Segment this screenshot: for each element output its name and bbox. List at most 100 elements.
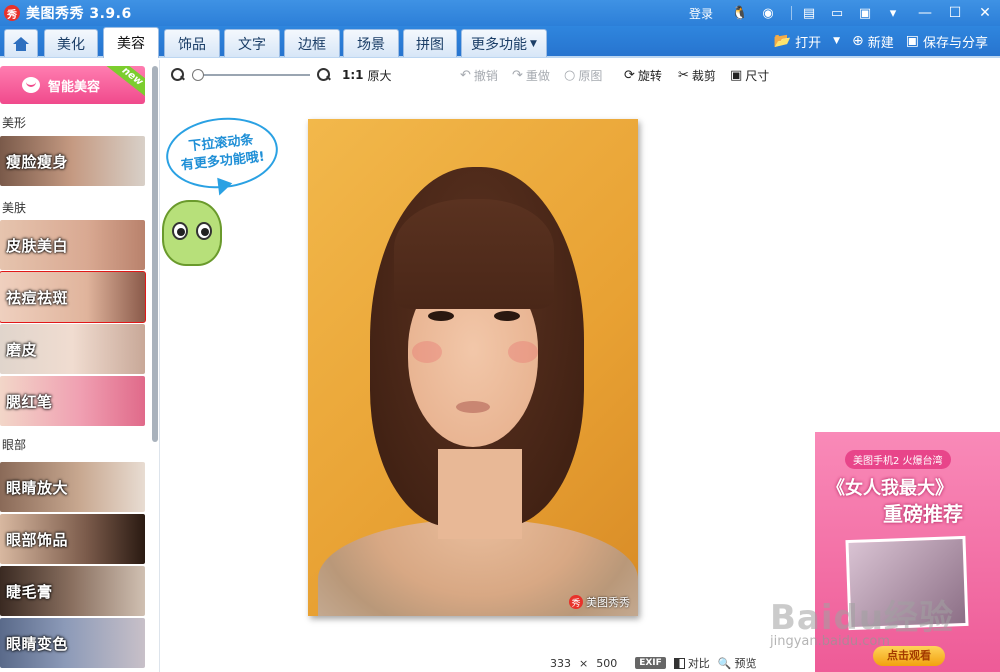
section-label-shape: 美形 — [2, 116, 27, 130]
qq-icon[interactable]: 🐧 — [729, 4, 751, 22]
compare-label: 对比 — [687, 657, 710, 670]
weibo-icon[interactable]: ◉ — [757, 4, 779, 22]
maximize-icon[interactable]: ☐ — [940, 0, 970, 26]
tab-beauty[interactable]: 美容 — [103, 27, 159, 58]
image-height: 500 — [596, 656, 618, 670]
feature-eye-color[interactable]: 眼睛变色 — [0, 618, 145, 668]
smart-beauty-label: 智能美容 — [48, 79, 101, 95]
feature-eye-enlarge[interactable]: 眼睛放大 — [0, 462, 145, 512]
feature-label: 皮肤美白 — [6, 237, 69, 255]
chevron-down-icon: ▼ — [530, 38, 537, 49]
undo-button[interactable]: ↶ 撤销 — [460, 67, 498, 84]
feature-mascara[interactable]: 睫毛膏 — [0, 566, 145, 616]
sidebar-scrollbar[interactable] — [152, 66, 158, 442]
compare-button[interactable]: 对比 — [673, 655, 710, 671]
preview-button[interactable]: 🔍 预览 — [718, 655, 757, 671]
edited-photo[interactable]: 秀 美图秀秀 — [308, 119, 638, 616]
title-bar-controls: 登录 🐧 ◉ ▤ ▭ ▣ ▾ — ☐ ✕ — [689, 0, 1000, 26]
feature-eye-accessories[interactable]: 眼部饰品 — [0, 514, 145, 564]
rotate-label: 旋转 — [637, 69, 662, 83]
open-label: 打开 — [795, 35, 822, 51]
tab-more-features[interactable]: 更多功能 ▼ — [461, 29, 547, 57]
message-icon[interactable]: ▭ — [826, 4, 848, 22]
feature-acne-removal[interactable]: 祛痘祛斑 — [0, 271, 146, 323]
tab-home[interactable] — [4, 29, 38, 57]
preview-icon: 🔍 — [717, 656, 732, 670]
login-link[interactable]: 登录 — [689, 5, 713, 22]
feature-skin-smoothing[interactable]: 磨皮 — [0, 324, 145, 374]
feature-slim-face[interactable]: 瘦脸瘦身 — [0, 136, 145, 186]
tab-frame[interactable]: 边框 — [284, 29, 340, 57]
face-icon — [22, 77, 40, 93]
photo-lips — [456, 401, 490, 413]
crop-label: 裁剪 — [691, 69, 716, 83]
title-bar: 秀 美图秀秀 3.9.6 登录 🐧 ◉ ▤ ▭ ▣ ▾ — ☐ ✕ — [0, 0, 1000, 26]
save-share-button[interactable]: ▣ 保存与分享 — [906, 32, 988, 51]
redo-icon: ↷ — [512, 68, 523, 83]
smart-beauty-button[interactable]: 智能美容 new — [0, 66, 145, 104]
original-image-label: 原图 — [578, 69, 603, 83]
feedback-icon[interactable]: ▣ — [854, 4, 876, 22]
menu-icon[interactable]: ▾ — [882, 4, 904, 22]
skin-icon[interactable]: ▤ — [798, 4, 820, 22]
resize-button[interactable]: ▣ 尺寸 — [730, 67, 769, 84]
watermark-logo: 秀 — [569, 595, 583, 609]
feature-blush-pen[interactable]: 腮红笔 — [0, 376, 145, 426]
home-icon — [13, 36, 29, 51]
baidu-watermark: Baidu经验 — [770, 598, 955, 638]
feature-label: 眼睛放大 — [6, 479, 69, 497]
mascot-eye — [196, 222, 212, 240]
ad-watch-button[interactable]: 点击观看 — [873, 646, 945, 666]
beauty-sidebar: 智能美容 new 美形 瘦脸瘦身 美肤 皮肤美白 祛痘祛斑 磨皮 腮红笔 眼部 … — [0, 60, 160, 672]
ad-top-text: 美图手机2 火爆台湾 — [845, 450, 951, 469]
original-size-button[interactable]: 原大 — [368, 67, 392, 84]
redo-button[interactable]: ↷ 重做 — [512, 67, 550, 84]
close-icon[interactable]: ✕ — [970, 0, 1000, 26]
chevron-down-icon[interactable]: ▼ — [833, 36, 840, 46]
image-width: 333 — [550, 656, 571, 670]
plus-circle-icon: ⊕ — [852, 33, 864, 49]
folder-icon: 📂 — [773, 33, 792, 49]
mascot-eye — [172, 222, 188, 240]
undo-label: 撤销 — [473, 69, 498, 83]
tab-beautify[interactable]: 美化 — [44, 29, 98, 57]
tab-collage[interactable]: 拼图 — [403, 29, 457, 57]
redo-label: 重做 — [525, 69, 550, 83]
zoom-slider-handle[interactable] — [192, 69, 204, 81]
exif-button[interactable]: EXIF — [635, 657, 666, 669]
zoom-slider[interactable] — [192, 67, 310, 83]
ratio-label[interactable]: 1:1 — [342, 68, 364, 82]
feature-label: 祛痘祛斑 — [6, 289, 69, 307]
dimension-separator: × — [579, 656, 589, 670]
crop-button[interactable]: ✂ 裁剪 — [678, 67, 716, 84]
new-badge: new — [106, 66, 145, 100]
tab-accessories[interactable]: 饰品 — [164, 29, 220, 57]
save-icon: ▣ — [905, 33, 919, 49]
status-bar: 333 × 500 EXIF 对比 🔍 预览 — [550, 655, 765, 671]
minimize-icon[interactable]: — — [910, 0, 940, 26]
new-button[interactable]: ⊕ 新建 — [852, 32, 894, 51]
zoom-in-icon[interactable] — [316, 67, 332, 83]
undo-icon: ↶ — [460, 68, 471, 83]
divider — [791, 6, 792, 20]
new-label: 新建 — [867, 35, 894, 51]
rotate-button[interactable]: ⟳ 旋转 — [624, 67, 662, 84]
feature-label: 眼睛变色 — [6, 635, 69, 653]
zoom-out-icon[interactable] — [170, 67, 186, 83]
section-label-skin: 美肤 — [2, 201, 27, 215]
original-image-icon: ○ — [564, 68, 576, 83]
ad-headline: 《女人我最大》 — [827, 478, 953, 499]
watermark-text: 美图秀秀 — [586, 596, 630, 609]
mascot-icon — [162, 200, 222, 266]
tab-scene[interactable]: 场景 — [343, 29, 399, 57]
feature-label: 眼部饰品 — [6, 531, 69, 549]
feature-skin-whitening[interactable]: 皮肤美白 — [0, 220, 145, 270]
tab-text[interactable]: 文字 — [224, 29, 280, 57]
original-image-button[interactable]: ○ 原图 — [564, 67, 602, 84]
scissors-icon: ✂ — [678, 68, 689, 83]
open-button[interactable]: 📂 打开 ▼ — [774, 32, 840, 51]
ad-subheadline: 重磅推荐 — [883, 502, 963, 526]
photo-watermark: 秀 美图秀秀 — [569, 594, 630, 610]
section-label-eyes: 眼部 — [2, 438, 27, 452]
save-share-label: 保存与分享 — [922, 35, 988, 51]
